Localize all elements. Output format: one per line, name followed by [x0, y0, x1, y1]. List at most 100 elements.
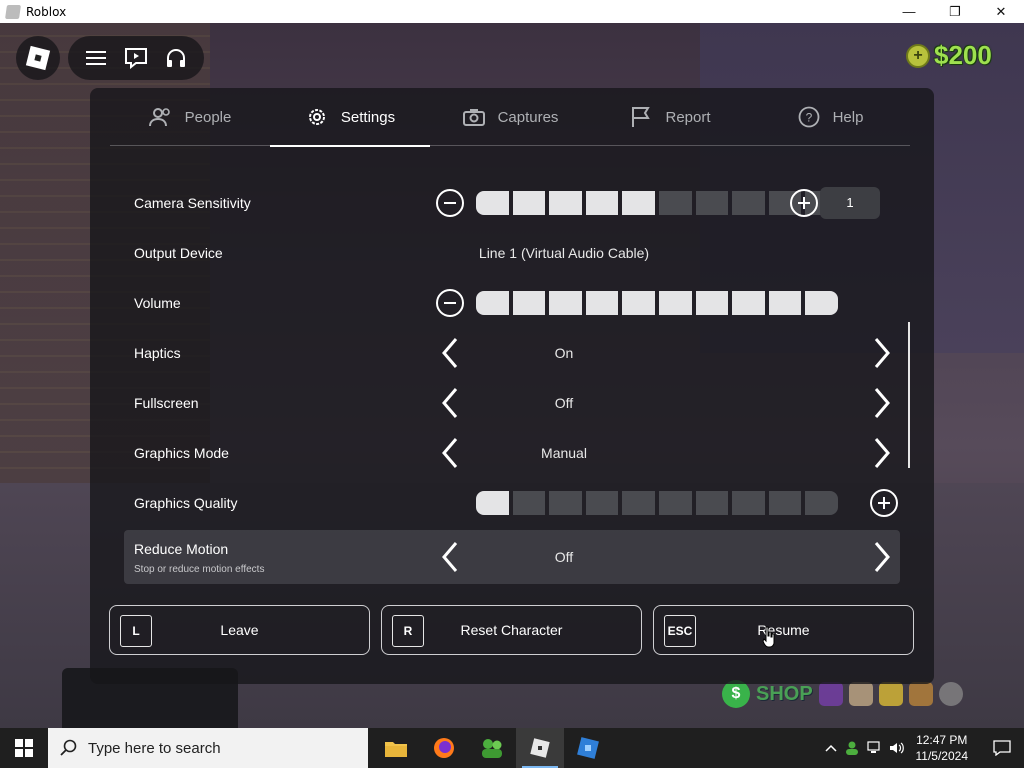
slider-segment[interactable]	[476, 491, 509, 515]
coin-plus-icon[interactable]: +	[906, 43, 930, 68]
leave-button[interactable]: L Leave	[109, 605, 370, 655]
tab-label: Report	[665, 108, 711, 126]
firefox-icon[interactable]	[420, 728, 468, 768]
slider-segment[interactable]	[512, 191, 546, 215]
chevron-right-icon[interactable]	[872, 337, 892, 369]
setting-reduce-motion[interactable]: Reduce Motion Stop or reduce motion effe…	[124, 530, 900, 584]
increase-button[interactable]	[790, 189, 818, 217]
chevron-left-icon[interactable]	[440, 387, 460, 419]
slider-segment[interactable]	[549, 191, 582, 215]
chevron-right-icon[interactable]	[872, 387, 892, 419]
slider-segment[interactable]	[622, 291, 655, 315]
setting-description: Stop or reduce motion effects	[134, 564, 265, 575]
slider-segment[interactable]	[658, 191, 692, 215]
shop-icon[interactable]: $	[722, 680, 750, 708]
search-placeholder: Type here to search	[88, 739, 221, 757]
slider-segment[interactable]	[476, 191, 509, 215]
chevron-left-icon[interactable]	[440, 437, 460, 469]
decrease-button[interactable]	[436, 289, 464, 317]
roblox-taskbar-icon[interactable]	[516, 728, 564, 768]
notification-icon[interactable]	[980, 728, 1024, 768]
smiley-icon[interactable]	[878, 682, 903, 706]
start-button[interactable]	[0, 728, 48, 768]
hamburger-menu-icon[interactable]	[83, 45, 109, 71]
graphics-quality-slider[interactable]	[476, 491, 838, 515]
slider-segment[interactable]	[805, 491, 838, 515]
window-controls: — ❐ ✕	[886, 0, 1024, 23]
resume-button[interactable]: ESC Resume	[653, 605, 914, 655]
setting-fullscreen: Fullscreen Off	[124, 378, 900, 428]
reduce-motion-value: Off	[554, 549, 574, 565]
volume-icon[interactable]	[886, 728, 908, 768]
settings-scrollbar[interactable]	[908, 322, 910, 468]
decrease-button[interactable]	[436, 189, 464, 217]
tab-people[interactable]: People	[110, 88, 270, 146]
file-explorer-icon[interactable]	[372, 728, 420, 768]
slider-segment[interactable]	[768, 491, 802, 515]
slider-segment[interactable]	[695, 191, 729, 215]
slider-segment[interactable]	[476, 291, 509, 315]
shield-icon[interactable]	[908, 682, 933, 706]
tab-help[interactable]: ? Help	[750, 88, 910, 146]
chevron-right-icon[interactable]	[872, 437, 892, 469]
slider-segment[interactable]	[658, 291, 692, 315]
slider-segment[interactable]	[512, 291, 546, 315]
slider-segment[interactable]	[585, 491, 619, 515]
slider-segment[interactable]	[695, 291, 729, 315]
slider-segment[interactable]	[732, 191, 765, 215]
tab-label: People	[184, 108, 232, 126]
chevron-right-icon[interactable]	[872, 541, 892, 573]
bottom-hud-icons: $ SHOP	[722, 680, 963, 708]
headset-icon[interactable]	[163, 45, 189, 71]
action-label: Leave	[220, 622, 259, 638]
reset-character-button[interactable]: R Reset Character	[381, 605, 642, 655]
menu-tabs: People Settings Captures Report ? Help	[110, 88, 910, 147]
taskbar-apps	[372, 728, 612, 768]
slider-segment[interactable]	[805, 291, 838, 315]
tab-captures[interactable]: Captures	[430, 88, 590, 146]
slider-segment[interactable]	[585, 191, 619, 215]
people-app-icon[interactable]	[468, 728, 516, 768]
chevron-left-icon[interactable]	[440, 541, 460, 573]
slider-segment[interactable]	[768, 291, 802, 315]
emote-icon[interactable]	[848, 682, 873, 706]
roblox-studio-icon[interactable]	[564, 728, 612, 768]
fullscreen-value: Off	[554, 395, 574, 411]
slider-segment[interactable]	[549, 491, 582, 515]
slider-segment[interactable]	[622, 191, 655, 215]
chevron-left-icon[interactable]	[440, 337, 460, 369]
slider-segment[interactable]	[732, 491, 765, 515]
close-button[interactable]: ✕	[978, 0, 1024, 23]
slider-segment[interactable]	[695, 491, 729, 515]
increase-button[interactable]	[870, 489, 898, 517]
gear-icon	[305, 105, 329, 129]
chevron-up-icon[interactable]	[820, 728, 842, 768]
gear-icon[interactable]	[938, 682, 963, 706]
roblox-menu-button[interactable]	[16, 36, 60, 80]
taskbar-clock[interactable]: 12:47 PM 11/5/2024	[916, 732, 969, 764]
chat-icon[interactable]	[123, 45, 149, 71]
taskbar-search[interactable]: Type here to search	[48, 728, 368, 768]
windows-icon	[15, 739, 33, 757]
haptics-value: On	[554, 345, 574, 361]
slider-segment[interactable]	[622, 491, 655, 515]
shop-label[interactable]: SHOP	[756, 683, 813, 706]
tab-settings[interactable]: Settings	[270, 88, 430, 147]
slider-segment[interactable]	[732, 291, 765, 315]
slider-segment[interactable]	[658, 491, 692, 515]
volume-slider[interactable]	[476, 291, 838, 315]
minimize-button[interactable]: —	[886, 0, 932, 23]
network-icon[interactable]	[864, 728, 886, 768]
window-title: Roblox	[26, 4, 67, 19]
user-status-icon[interactable]	[842, 728, 864, 768]
maximize-button[interactable]: ❐	[932, 0, 978, 23]
tab-report[interactable]: Report	[590, 88, 750, 146]
slider-segment[interactable]	[585, 291, 619, 315]
key-hint: R	[392, 615, 424, 647]
slider-segment[interactable]	[512, 491, 546, 515]
slider-segment[interactable]	[549, 291, 582, 315]
camera-sensitivity-slider[interactable]	[476, 191, 838, 215]
camera-sensitivity-input[interactable]: 1	[820, 187, 880, 219]
gift-icon[interactable]	[818, 682, 843, 706]
output-device-value[interactable]: Line 1 (Virtual Audio Cable)	[414, 245, 714, 261]
